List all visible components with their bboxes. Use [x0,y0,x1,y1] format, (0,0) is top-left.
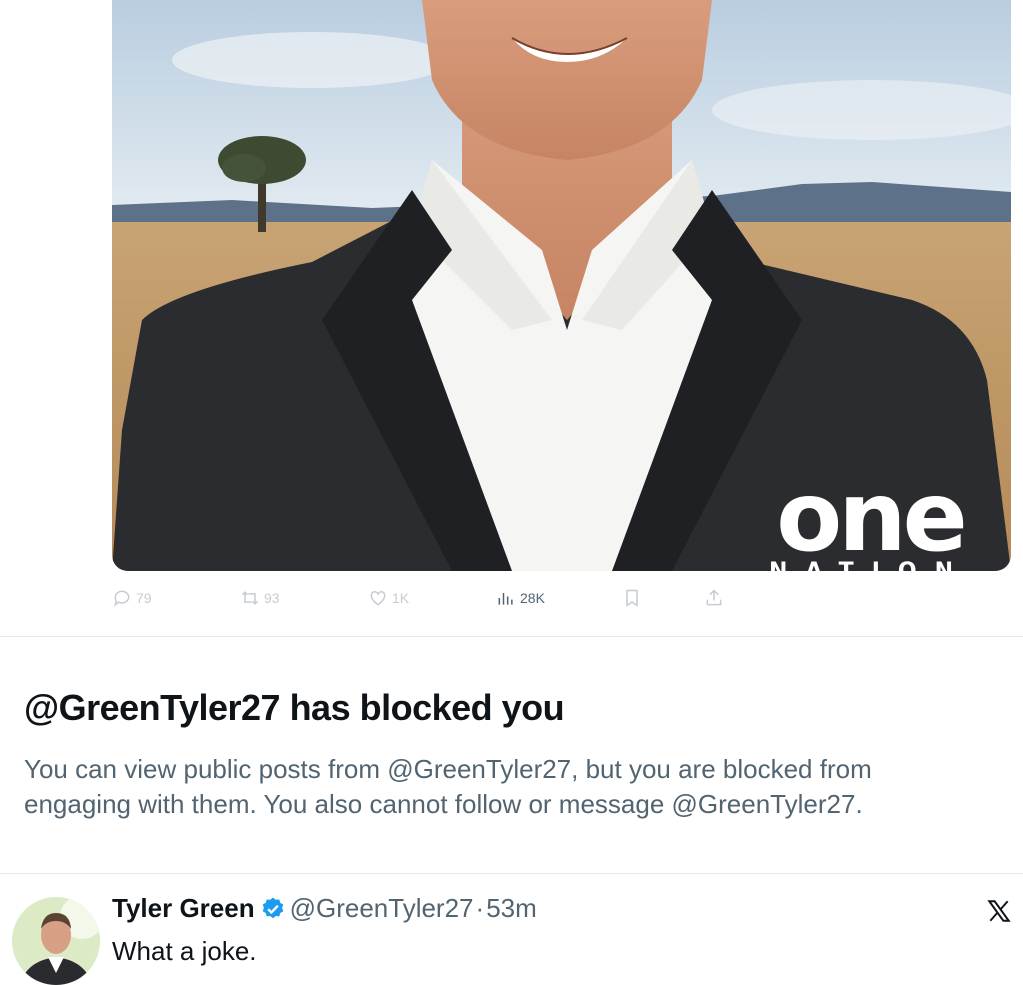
like-count: 1K [392,590,410,606]
repost-button[interactable]: 93 [240,588,280,608]
separator-dot: · [475,893,485,923]
views-icon [498,593,513,605]
verified-badge-icon [262,897,283,918]
like-button[interactable]: 1K [368,588,409,608]
author-name[interactable]: Tyler Green [112,893,255,924]
bookmark-button[interactable] [622,588,642,608]
reply-count: 79 [136,590,152,606]
divider [0,873,1023,874]
post-action-bar: 79 93 1K 28K [112,588,752,614]
avatar-image [12,897,100,985]
views-button[interactable]: 28K [496,588,545,608]
repost-icon [241,591,259,605]
avatar[interactable] [12,897,100,985]
share-button[interactable] [704,588,724,608]
reply-header: Tyler Green @GreenTyler27 · 53m [112,893,537,924]
x-logo-icon[interactable] [986,898,1012,924]
one-nation-logo: one NATION [769,461,971,571]
blocked-title: @GreenTyler27 has blocked you [24,687,565,728]
repost-count: 93 [264,590,280,606]
logo-word: one [776,461,967,571]
reply-text: What a joke. [112,936,257,966]
views-count: 28K [520,590,545,606]
share-icon [706,589,722,606]
reply-button[interactable]: 79 [112,588,152,608]
divider [0,636,1023,637]
reply-icon [114,590,130,607]
like-icon [370,590,386,606]
bookmark-icon [626,589,638,607]
author-handle[interactable]: @GreenTyler27 [290,893,474,924]
post-media-image[interactable]: one NATION [112,0,1011,571]
post-time[interactable]: 53m [486,893,537,924]
logo-subtext: NATION [769,559,971,571]
blocked-description: You can view public posts from @GreenTyl… [24,754,872,819]
